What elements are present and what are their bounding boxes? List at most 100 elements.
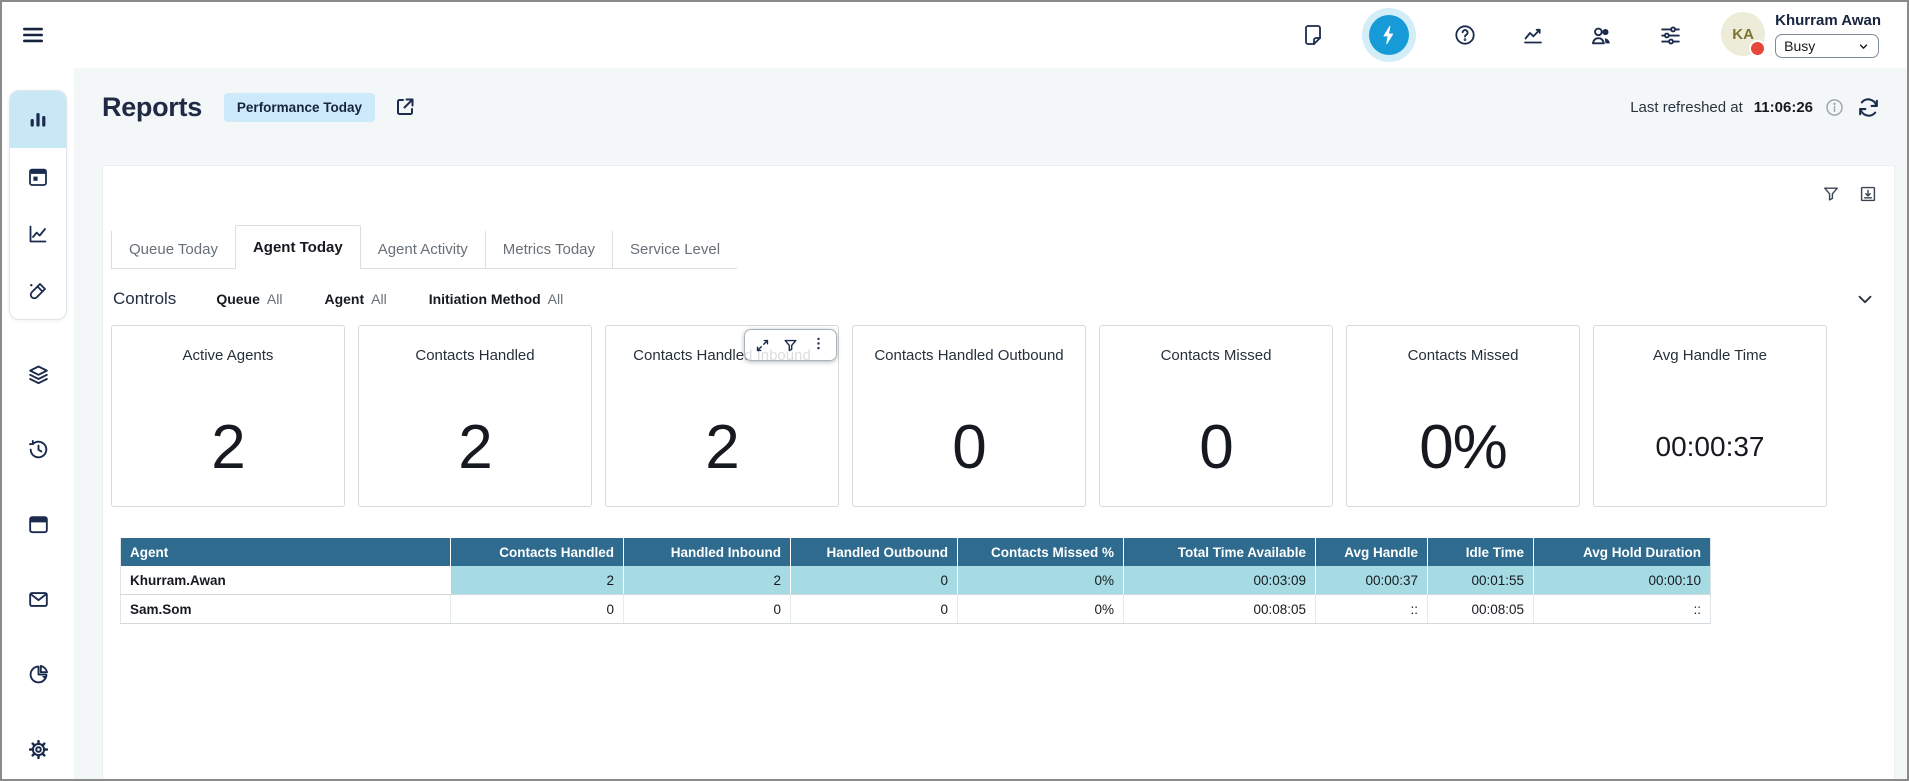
cell: 0% [958,595,1124,624]
kpi-contacts-handled-inbound: Contacts Handled Inbound 2 [605,325,839,507]
nav-layers-icon[interactable] [10,346,66,402]
filter-sliders-icon[interactable] [1658,23,1683,48]
info-icon[interactable] [1824,97,1845,118]
agent-name-cell: Khurram.Awan [121,566,451,595]
nav-mail-icon[interactable] [10,571,66,627]
avatar[interactable]: KA [1721,12,1765,56]
agent-table: Agent Contacts Handled Handled Inbound H… [120,538,1711,624]
col-contacts-handled[interactable]: Contacts Handled [451,538,624,566]
filter-icon[interactable] [1821,184,1841,204]
page-title: Reports [102,92,202,123]
refresh-icon[interactable] [1856,95,1881,120]
nav-paintbrush-icon[interactable] [10,262,66,319]
user-name: Khurram Awan [1775,12,1881,30]
cell: 0 [451,595,624,624]
kpi-value: 00:00:37 [1594,392,1826,502]
control-queue-label: Queue [216,291,260,307]
nav-gear-icon[interactable] [10,721,66,777]
col-total-time-available[interactable]: Total Time Available [1124,538,1316,566]
nav-line-chart-icon[interactable] [10,205,66,262]
col-idle-time[interactable]: Idle Time [1428,538,1534,566]
kpi-hover-toolbar [744,329,837,361]
nav-history-icon[interactable] [10,421,66,477]
control-initiation-method[interactable]: Initiation Method All [429,291,564,307]
cell: 0 [791,566,958,595]
user-meta: Khurram Awan Busy [1775,12,1881,58]
table-row: Khurram.Awan 2 2 0 0% 00:03:09 00:00:37 … [121,566,1711,595]
status-dot [1749,40,1766,57]
kpi-value: 2 [606,392,838,502]
kpi-contacts-missed: Contacts Missed 0 [1099,325,1333,507]
status-value: Busy [1784,38,1815,54]
kpi-value: 2 [112,392,344,502]
col-contacts-missed-pct[interactable]: Contacts Missed % [958,538,1124,566]
col-avg-hold-duration[interactable]: Avg Hold Duration [1534,538,1711,566]
nav-window-icon[interactable] [10,496,66,552]
nav-lower-group [10,346,66,777]
cell: 00:08:05 [1428,595,1534,624]
control-queue-value: All [267,291,283,307]
tab-strip: Queue Today Agent Today Agent Activity M… [111,231,1894,269]
kpi-title: Contacts Missed [1347,347,1579,364]
page-header: Reports Performance Today Last refreshed… [74,68,1907,136]
avatar-initials: KA [1732,26,1754,43]
cell: 00:01:55 [1428,566,1534,595]
cell: 0 [791,595,958,624]
status-select[interactable]: Busy [1775,34,1879,58]
control-queue[interactable]: Queue All [216,291,282,307]
user-area: KA Khurram Awan Busy [1721,12,1881,58]
download-icon[interactable] [1858,184,1878,204]
kpi-avg-handle-time: Avg Handle Time 00:00:37 [1593,325,1827,507]
control-agent-label: Agent [324,291,364,307]
tab-service-level[interactable]: Service Level [612,231,737,269]
bolt-circle [1369,15,1409,55]
left-nav-rail [2,68,74,779]
topbar-actions: KA Khurram Awan Busy [1301,12,1881,58]
tab-metrics-today[interactable]: Metrics Today [485,231,612,269]
kpi-value: 0 [853,392,1085,502]
controls-bar: Controls Queue All Agent All Initiation … [113,277,1876,321]
tab-queue-today[interactable]: Queue Today [111,231,235,269]
refresh-area: Last refreshed at 11:06:26 [1630,95,1881,120]
tab-agent-activity[interactable]: Agent Activity [361,231,485,269]
nav-calendar-icon[interactable] [10,148,66,205]
nav-reports-group [9,90,67,320]
nav-bar-chart-icon[interactable] [10,91,66,148]
cell: 00:03:09 [1124,566,1316,595]
kebab-menu-icon[interactable] [810,335,827,355]
controls-collapse-chevron-icon[interactable] [1854,288,1876,310]
tab-agent-today[interactable]: Agent Today [235,225,361,269]
cell: :: [1316,595,1428,624]
cell: 2 [451,566,624,595]
control-initiation-value: All [548,291,564,307]
kpi-value: 2 [359,392,591,502]
nav-pie-chart-icon[interactable] [10,646,66,702]
agent-name-cell: Sam.Som [121,595,451,624]
notepad-icon[interactable] [1301,23,1325,47]
cell: 0 [624,595,791,624]
last-refreshed-time: 11:06:26 [1754,99,1813,116]
agents-icon[interactable] [1589,23,1614,48]
control-agent[interactable]: Agent All [324,291,386,307]
hamburger-menu-icon[interactable] [20,22,46,48]
table-row: Sam.Som 0 0 0 0% 00:08:05 :: 00:08:05 :: [121,595,1711,624]
quick-actions-bolt-icon[interactable] [1369,15,1409,55]
control-agent-value: All [371,291,387,307]
col-handled-inbound[interactable]: Handled Inbound [624,538,791,566]
expand-icon[interactable] [754,337,771,354]
col-handled-outbound[interactable]: Handled Outbound [791,538,958,566]
open-in-new-icon[interactable] [393,95,417,119]
kpi-title: Contacts Handled [359,347,591,364]
help-icon[interactable] [1453,23,1477,47]
metrics-trend-icon[interactable] [1521,23,1545,47]
col-agent[interactable]: Agent [121,538,451,566]
cell: 2 [624,566,791,595]
kpi-title: Avg Handle Time [1594,347,1826,364]
kpi-contacts-handled: Contacts Handled 2 [358,325,592,507]
col-avg-handle[interactable]: Avg Handle [1316,538,1428,566]
kpi-title: Contacts Missed [1100,347,1332,364]
cell: :: [1534,595,1711,624]
kpi-title: Contacts Handled Outbound [853,347,1085,364]
filter-icon[interactable] [782,337,799,354]
cell: 00:08:05 [1124,595,1316,624]
